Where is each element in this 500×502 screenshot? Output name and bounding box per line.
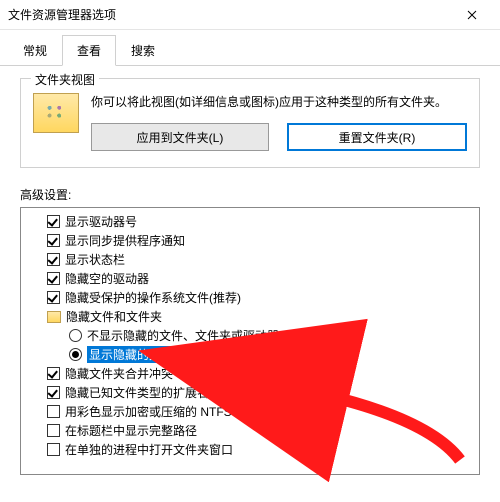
tree-item[interactable]: 显示状态栏 bbox=[23, 250, 477, 269]
titlebar: 文件资源管理器选项 bbox=[0, 0, 500, 30]
tree-item-label: 显示驱动器号 bbox=[65, 213, 137, 230]
tree-item[interactable]: 显示同步提供程序通知 bbox=[23, 231, 477, 250]
tree-item-label: 在标题栏中显示完整路径 bbox=[65, 422, 197, 439]
tree-item-label: 隐藏已知文件类型的扩展名 bbox=[65, 384, 209, 401]
folder-views-description: 你可以将此视图(如详细信息或图标)应用于这种类型的所有文件夹。 bbox=[91, 93, 467, 111]
reset-folders-button[interactable]: 重置文件夹(R) bbox=[287, 123, 467, 151]
tree-item[interactable]: 在单独的进程中打开文件夹窗口 bbox=[23, 440, 477, 459]
checkbox[interactable] bbox=[47, 443, 60, 456]
tree-item[interactable]: 显示驱动器号 bbox=[23, 212, 477, 231]
tree-item-label: 隐藏文件和文件夹 bbox=[66, 308, 162, 325]
apply-to-folders-button[interactable]: 应用到文件夹(L) bbox=[91, 123, 269, 151]
tab-general[interactable]: 常规 bbox=[8, 35, 62, 66]
tree-item-label: 用彩色显示加密或压缩的 NTFS 文件 bbox=[65, 403, 259, 420]
folder-views-group: 文件夹视图 你可以将此视图(如详细信息或图标)应用于这种类型的所有文件夹。 应用… bbox=[20, 78, 480, 168]
close-icon bbox=[467, 10, 477, 20]
radio[interactable] bbox=[69, 329, 82, 342]
tab-search[interactable]: 搜索 bbox=[116, 35, 170, 66]
checkbox[interactable] bbox=[47, 424, 60, 437]
folder-views-icon bbox=[33, 93, 79, 133]
tree-item[interactable]: 隐藏空的驱动器 bbox=[23, 269, 477, 288]
checkbox[interactable] bbox=[47, 215, 60, 228]
checkbox[interactable] bbox=[47, 386, 60, 399]
folder-icon bbox=[47, 311, 61, 323]
checkbox[interactable] bbox=[47, 234, 60, 247]
checkbox[interactable] bbox=[47, 253, 60, 266]
tree-item-label: 不显示隐藏的文件、文件夹或驱动器 bbox=[87, 327, 279, 344]
tabs: 常规 查看 搜索 bbox=[0, 30, 500, 66]
radio[interactable] bbox=[69, 348, 82, 361]
checkbox[interactable] bbox=[47, 367, 60, 380]
tree-item[interactable]: 用彩色显示加密或压缩的 NTFS 文件 bbox=[23, 402, 477, 421]
tree-item-label: 隐藏受保护的操作系统文件(推荐) bbox=[65, 289, 241, 306]
tree-item[interactable]: 隐藏受保护的操作系统文件(推荐) bbox=[23, 288, 477, 307]
tree-item[interactable]: 隐藏文件夹合并冲突 bbox=[23, 364, 477, 383]
tab-view[interactable]: 查看 bbox=[62, 35, 116, 66]
advanced-settings-tree[interactable]: 显示驱动器号显示同步提供程序通知显示状态栏隐藏空的驱动器隐藏受保护的操作系统文件… bbox=[20, 207, 480, 475]
tree-item[interactable]: 显示隐藏的文件、文件夹和驱动器 bbox=[23, 345, 477, 364]
tree-item[interactable]: 在标题栏中显示完整路径 bbox=[23, 421, 477, 440]
window-title: 文件资源管理器选项 bbox=[8, 6, 452, 23]
checkbox[interactable] bbox=[47, 291, 60, 304]
tree-item-label: 显示同步提供程序通知 bbox=[65, 232, 185, 249]
tree-item-label: 显示隐藏的文件、文件夹和驱动器 bbox=[87, 346, 271, 363]
advanced-settings-label: 高级设置: bbox=[20, 186, 480, 203]
tab-content: 文件夹视图 你可以将此视图(如详细信息或图标)应用于这种类型的所有文件夹。 应用… bbox=[0, 66, 500, 487]
tree-item[interactable]: 不显示隐藏的文件、文件夹或驱动器 bbox=[23, 326, 477, 345]
tree-item-label: 显示状态栏 bbox=[65, 251, 125, 268]
checkbox[interactable] bbox=[47, 272, 60, 285]
tree-item-label: 在单独的进程中打开文件夹窗口 bbox=[65, 441, 233, 458]
tree-item-label: 隐藏空的驱动器 bbox=[65, 270, 149, 287]
folder-views-legend: 文件夹视图 bbox=[31, 71, 99, 88]
close-button[interactable] bbox=[452, 0, 492, 30]
tree-item[interactable]: 隐藏已知文件类型的扩展名 bbox=[23, 383, 477, 402]
tree-item-label: 隐藏文件夹合并冲突 bbox=[65, 365, 173, 382]
tree-item[interactable]: 隐藏文件和文件夹 bbox=[23, 307, 477, 326]
checkbox[interactable] bbox=[47, 405, 60, 418]
